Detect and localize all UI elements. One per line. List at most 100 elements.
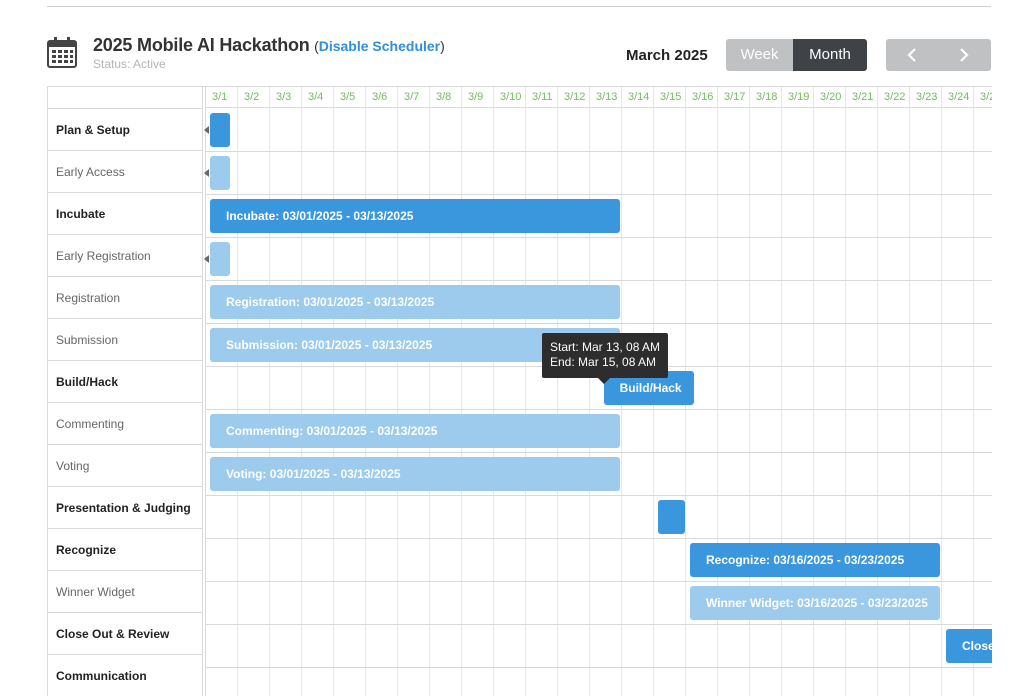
date-column-header: 3/10: [494, 87, 526, 108]
continues-left-icon: [204, 255, 209, 263]
grid-row-line: [206, 409, 992, 410]
grid-row-line: [206, 538, 992, 539]
row-label: Voting: [48, 445, 202, 487]
status-text: Status: Active: [93, 57, 166, 71]
date-column-header: 3/19: [782, 87, 814, 108]
schedule-bar[interactable]: Close Out & Review: [946, 629, 992, 663]
grid-row-line: [206, 237, 992, 238]
gantt-grid: Plan & Setup Early Access Incubate Early Re…: [47, 86, 992, 696]
current-month-label: March 2025: [626, 47, 708, 64]
date-column-header: 3/8: [430, 87, 462, 108]
grid-column-line: [941, 108, 942, 696]
row-label-column: Plan & Setup Early Access Incubate Early Re…: [48, 87, 203, 696]
date-column-header: 3/13: [590, 87, 622, 108]
row-label: Build/Hack: [48, 361, 202, 403]
paren-close: ): [440, 38, 445, 54]
grid-column-line: [301, 108, 302, 696]
calendar-icon: [47, 37, 77, 68]
grid-row-line: [206, 151, 992, 152]
period-navigation: [886, 39, 991, 71]
grid-column-line: [237, 108, 238, 696]
date-column-header: 3/21: [846, 87, 878, 108]
grid-column-line: [365, 108, 366, 696]
grid-row-line: [206, 194, 992, 195]
bar-tooltip: Start: Mar 13, 08 AM End: Mar 15, 08 AM: [542, 333, 668, 378]
schedule-bar[interactable]: [658, 500, 685, 534]
date-column-header: 3/20: [814, 87, 846, 108]
date-column-header: 3/6: [366, 87, 398, 108]
grid-column-line: [493, 108, 494, 696]
grid-column-line: [333, 108, 334, 696]
continues-left-icon: [204, 169, 209, 177]
chevron-left-icon: [907, 48, 916, 62]
date-column-header: 3/3: [270, 87, 302, 108]
next-period-button[interactable]: [938, 39, 990, 71]
row-label: Early Registration: [48, 235, 202, 277]
date-column-header: 3/11: [526, 87, 558, 108]
row-label: Recognize: [48, 529, 202, 571]
label-header: [48, 87, 202, 109]
tooltip-end: End: Mar 15, 08 AM: [550, 355, 657, 369]
row-label: Early Access: [48, 151, 202, 193]
schedule-bar[interactable]: Commenting: 03/01/2025 - 03/13/2025: [210, 414, 620, 448]
page-title: 2025 Mobile AI Hackathon: [93, 35, 310, 55]
row-label: Communication: [48, 655, 202, 696]
view-toggle: Week Month: [726, 39, 867, 71]
row-label: Close Out & Review: [48, 613, 202, 655]
grid-column-line: [397, 108, 398, 696]
date-column-header: 3/17: [718, 87, 750, 108]
grid-column-line: [429, 108, 430, 696]
continues-left-icon: [204, 126, 209, 134]
grid-row-line: [206, 452, 992, 453]
schedule-bar[interactable]: [210, 156, 230, 190]
date-column-header: 3/5: [334, 87, 366, 108]
row-label: Plan & Setup: [48, 109, 202, 151]
grid-row-line: [206, 323, 992, 324]
grid-row-line: [206, 667, 992, 668]
date-column-header: 3/25: [974, 87, 992, 108]
grid-column-line: [589, 108, 590, 696]
month-view-button[interactable]: Month: [793, 39, 867, 71]
date-column-header: 3/7: [398, 87, 430, 108]
row-label: Registration: [48, 277, 202, 319]
grid-column-line: [269, 108, 270, 696]
date-column-header: 3/23: [910, 87, 942, 108]
schedule-bar[interactable]: Registration: 03/01/2025 - 03/13/2025: [210, 285, 620, 319]
timeline-area: 3/1 3/2 3/3 3/4 3/5 3/6 3/7 3/8 3/9 3/10 3/11 3/12 3…: [204, 87, 992, 696]
date-column-header: 3/22: [878, 87, 910, 108]
grid-column-line: [557, 108, 558, 696]
grid-column-line: [461, 108, 462, 696]
date-column-header: 3/4: [302, 87, 334, 108]
grid-column-line: [973, 108, 974, 696]
previous-period-button[interactable]: [886, 39, 938, 71]
header-divider: [47, 6, 991, 7]
grid-column-line: [525, 108, 526, 696]
date-column-header: 3/14: [622, 87, 654, 108]
date-column-header: 3/24: [942, 87, 974, 108]
schedule-bar[interactable]: [210, 113, 230, 147]
date-column-header: 3/18: [750, 87, 782, 108]
grid-row-line: [206, 280, 992, 281]
row-label: Submission: [48, 319, 202, 361]
schedule-bar[interactable]: Incubate: 03/01/2025 - 03/13/2025: [210, 199, 620, 233]
grid-row-line: [206, 624, 992, 625]
date-column-header: 3/16: [686, 87, 718, 108]
date-column-header: 3/9: [462, 87, 494, 108]
week-view-button[interactable]: Week: [726, 39, 793, 71]
row-label: Commenting: [48, 403, 202, 445]
row-label: Incubate: [48, 193, 202, 235]
date-column-header: 3/15: [654, 87, 686, 108]
disable-scheduler-link[interactable]: Disable Scheduler: [319, 38, 440, 54]
schedule-bar[interactable]: Recognize: 03/16/2025 - 03/23/2025: [690, 543, 940, 577]
grid-row-line: [206, 495, 992, 496]
grid-row-line: [206, 581, 992, 582]
schedule-bar[interactable]: [210, 242, 230, 276]
schedule-bar[interactable]: Winner Widget: 03/16/2025 - 03/23/2025: [690, 586, 940, 620]
date-column-header: 3/2: [238, 87, 270, 108]
chevron-right-icon: [960, 48, 969, 62]
schedule-bar[interactable]: Voting: 03/01/2025 - 03/13/2025: [210, 457, 620, 491]
tooltip-start: Start: Mar 13, 08 AM: [550, 340, 661, 354]
date-column-header: 3/1: [206, 87, 238, 108]
tooltip-pointer: [598, 378, 610, 384]
row-label: Winner Widget: [48, 571, 202, 613]
